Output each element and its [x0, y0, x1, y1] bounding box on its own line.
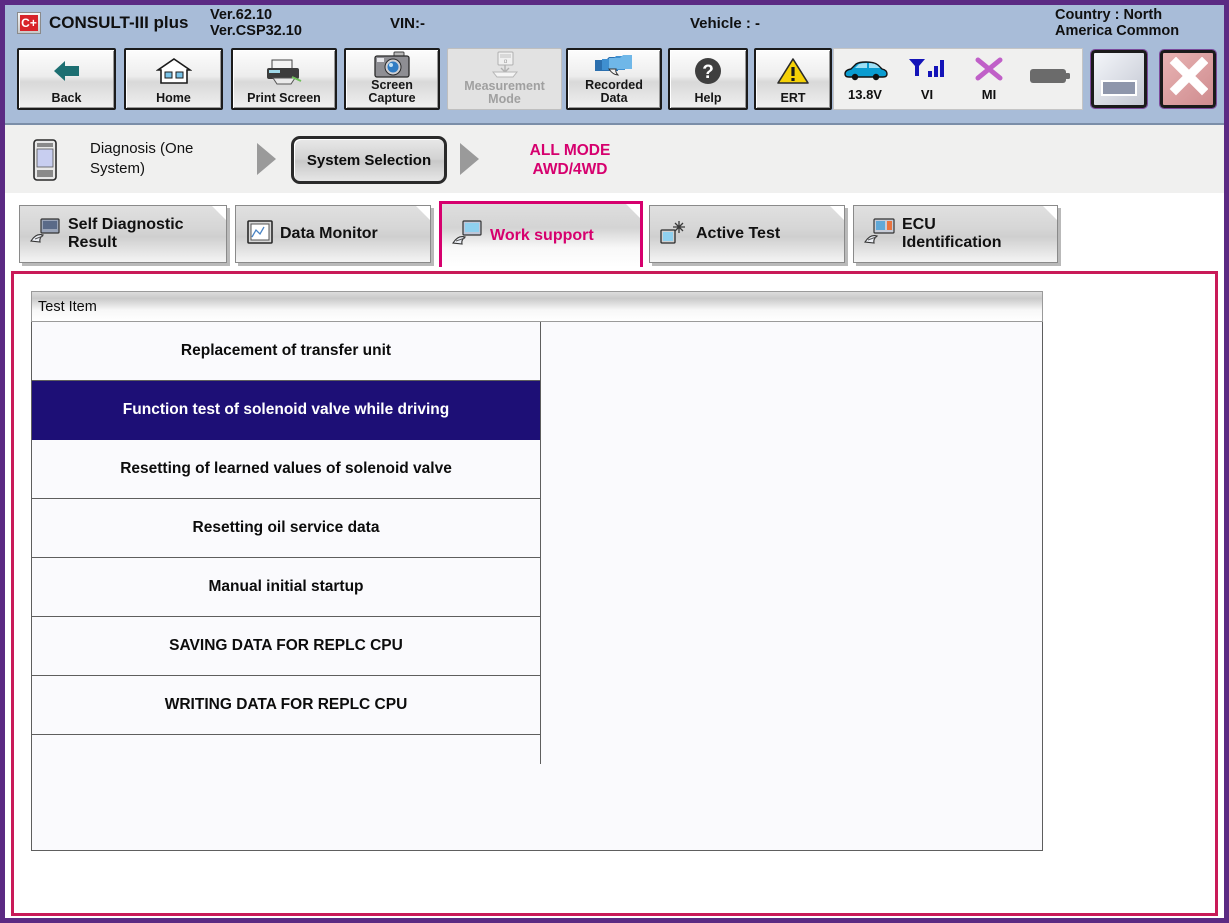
home-icon: [126, 50, 221, 92]
tab-work-support-label: Work support: [490, 226, 594, 244]
table-row[interactable]: Resetting oil service data: [32, 499, 540, 558]
app-title: CONSULT-III plus: [49, 13, 189, 32]
table-row[interactable]: SAVING DATA FOR REPLC CPU: [32, 617, 540, 676]
data-monitor-icon: [245, 218, 275, 251]
recorded-data-button[interactable]: Recorded Data: [566, 48, 662, 110]
back-arrow-icon: [19, 50, 114, 92]
vin-label: VIN:-: [390, 15, 425, 32]
close-icon: [1168, 56, 1209, 102]
question-mark-icon: ?: [670, 50, 746, 92]
measurement-mode-button[interactable]: α Measurement Mode: [447, 48, 562, 110]
table-row[interactable]: Manual initial startup: [32, 558, 540, 617]
print-screen-button-label: Print Screen: [247, 91, 321, 105]
work-support-panel: Test Item Replacement of transfer unit F…: [11, 271, 1218, 916]
camera-icon: [346, 50, 438, 79]
car-icon: [841, 57, 889, 86]
tab-active-test-label: Active Test: [696, 225, 781, 242]
app-logo: C+: [17, 12, 41, 34]
table-row[interactable]: Replacement of transfer unit: [32, 322, 540, 381]
tab-corner: [626, 204, 640, 218]
tab-corner: [830, 206, 844, 220]
tab-corner: [1043, 206, 1057, 220]
breadcrumb-item-diagnosis[interactable]: Diagnosis (One System): [90, 139, 245, 179]
breadcrumb-mode-line-1: ALL MODE: [529, 142, 611, 159]
status-voltage-label: 13.8V: [848, 86, 882, 102]
tab-data-monitor[interactable]: Data Monitor: [235, 205, 431, 263]
country-line-1: Country : North: [1055, 7, 1163, 23]
handheld-device-icon: [32, 139, 58, 181]
country-block: Country : North America Common: [1055, 7, 1215, 39]
table-row[interactable]: Resetting of learned values of solenoid …: [32, 440, 540, 499]
status-vi-label: VI: [920, 86, 934, 102]
table-header-test-item: Test Item: [31, 291, 1043, 322]
version-block: Ver.62.10 Ver.CSP32.10: [210, 7, 302, 39]
home-button[interactable]: Home: [124, 48, 223, 110]
logo-text: C+: [20, 15, 38, 31]
country-line-2: America Common: [1055, 23, 1180, 39]
breadcrumb-item-system-selection[interactable]: System Selection: [291, 136, 447, 184]
minimize-icon: [1101, 80, 1137, 96]
self-diagnostic-icon: [29, 217, 63, 252]
breadcrumb-arrow-1: [257, 143, 276, 175]
measurement-mode-button-label: Measurement Mode: [464, 79, 545, 106]
vehicle-label: Vehicle : -: [690, 15, 761, 32]
breadcrumb-arrow-2: [460, 143, 479, 175]
warning-triangle-icon: [756, 50, 830, 92]
folders-icon: [568, 50, 660, 79]
table-row[interactable]: WRITING DATA FOR REPLC CPU: [32, 676, 540, 735]
x-mark-icon: [973, 57, 1005, 86]
screen-capture-button-label: Screen Capture: [368, 78, 416, 105]
tab-ecu-identification-label: ECU Identification: [902, 216, 1002, 251]
recorded-data-button-label: Recorded Data: [585, 78, 643, 105]
screen-capture-button[interactable]: Screen Capture: [344, 48, 440, 110]
battery-icon: [1028, 65, 1074, 92]
breadcrumb-mode-line-2: AWD/4WD: [532, 161, 608, 178]
printer-icon: [233, 50, 335, 92]
consult-iii-plus-window: C+ CONSULT-III plus Ver.62.10 Ver.CSP32.…: [0, 0, 1229, 923]
close-button[interactable]: [1159, 49, 1217, 109]
help-button-label: Help: [694, 91, 722, 105]
main-toolbar: Back Home Print Screen Screen Capture α …: [5, 41, 1224, 125]
ert-button[interactable]: ERT: [754, 48, 832, 110]
version-line-1: Ver.62.10: [210, 7, 273, 23]
work-support-icon: [451, 218, 485, 253]
status-mi: MI: [958, 49, 1020, 109]
breadcrumb-mode: ALL MODE AWD/4WD: [515, 141, 625, 179]
tab-self-diagnostic-result-label: Self Diagnostic Result: [68, 216, 184, 251]
status-voltage: 13.8V: [834, 49, 896, 109]
tab-strip: Self Diagnostic Result Data Monitor Work…: [5, 193, 1224, 271]
tab-active-test[interactable]: Active Test: [649, 205, 845, 263]
version-line-2: Ver.CSP32.10: [210, 23, 302, 39]
title-bar: C+ CONSULT-III plus Ver.62.10 Ver.CSP32.…: [5, 5, 1224, 42]
tab-corner: [212, 206, 226, 220]
print-screen-button[interactable]: Print Screen: [231, 48, 337, 110]
active-test-icon: [659, 218, 691, 251]
test-item-table: Replacement of transfer unit Function te…: [31, 322, 1043, 851]
tab-ecu-identification[interactable]: ECU Identification: [853, 205, 1058, 263]
tab-work-support[interactable]: Work support: [439, 201, 643, 267]
minimize-button[interactable]: [1090, 49, 1148, 109]
back-button[interactable]: Back: [17, 48, 116, 110]
ert-button-label: ERT: [780, 91, 806, 105]
table-row[interactable]: Function test of solenoid valve while dr…: [32, 381, 540, 440]
measurement-icon: α: [448, 49, 561, 80]
signal-bars-icon: [907, 57, 947, 86]
ecu-identification-icon: [863, 217, 897, 252]
home-button-label: Home: [156, 91, 191, 105]
help-button[interactable]: ? Help: [668, 48, 748, 110]
status-battery: [1020, 49, 1082, 109]
table-column-divider: [540, 322, 541, 764]
tab-corner: [416, 206, 430, 220]
status-cluster: 13.8V VI MI: [833, 48, 1083, 110]
svg-text:α: α: [503, 59, 507, 65]
status-mi-label: MI: [981, 86, 997, 102]
svg-text:?: ?: [702, 62, 714, 83]
back-button-label: Back: [51, 91, 82, 105]
tab-data-monitor-label: Data Monitor: [280, 225, 378, 242]
tab-self-diagnostic-result[interactable]: Self Diagnostic Result: [19, 205, 227, 263]
status-vi: VI: [896, 49, 958, 109]
